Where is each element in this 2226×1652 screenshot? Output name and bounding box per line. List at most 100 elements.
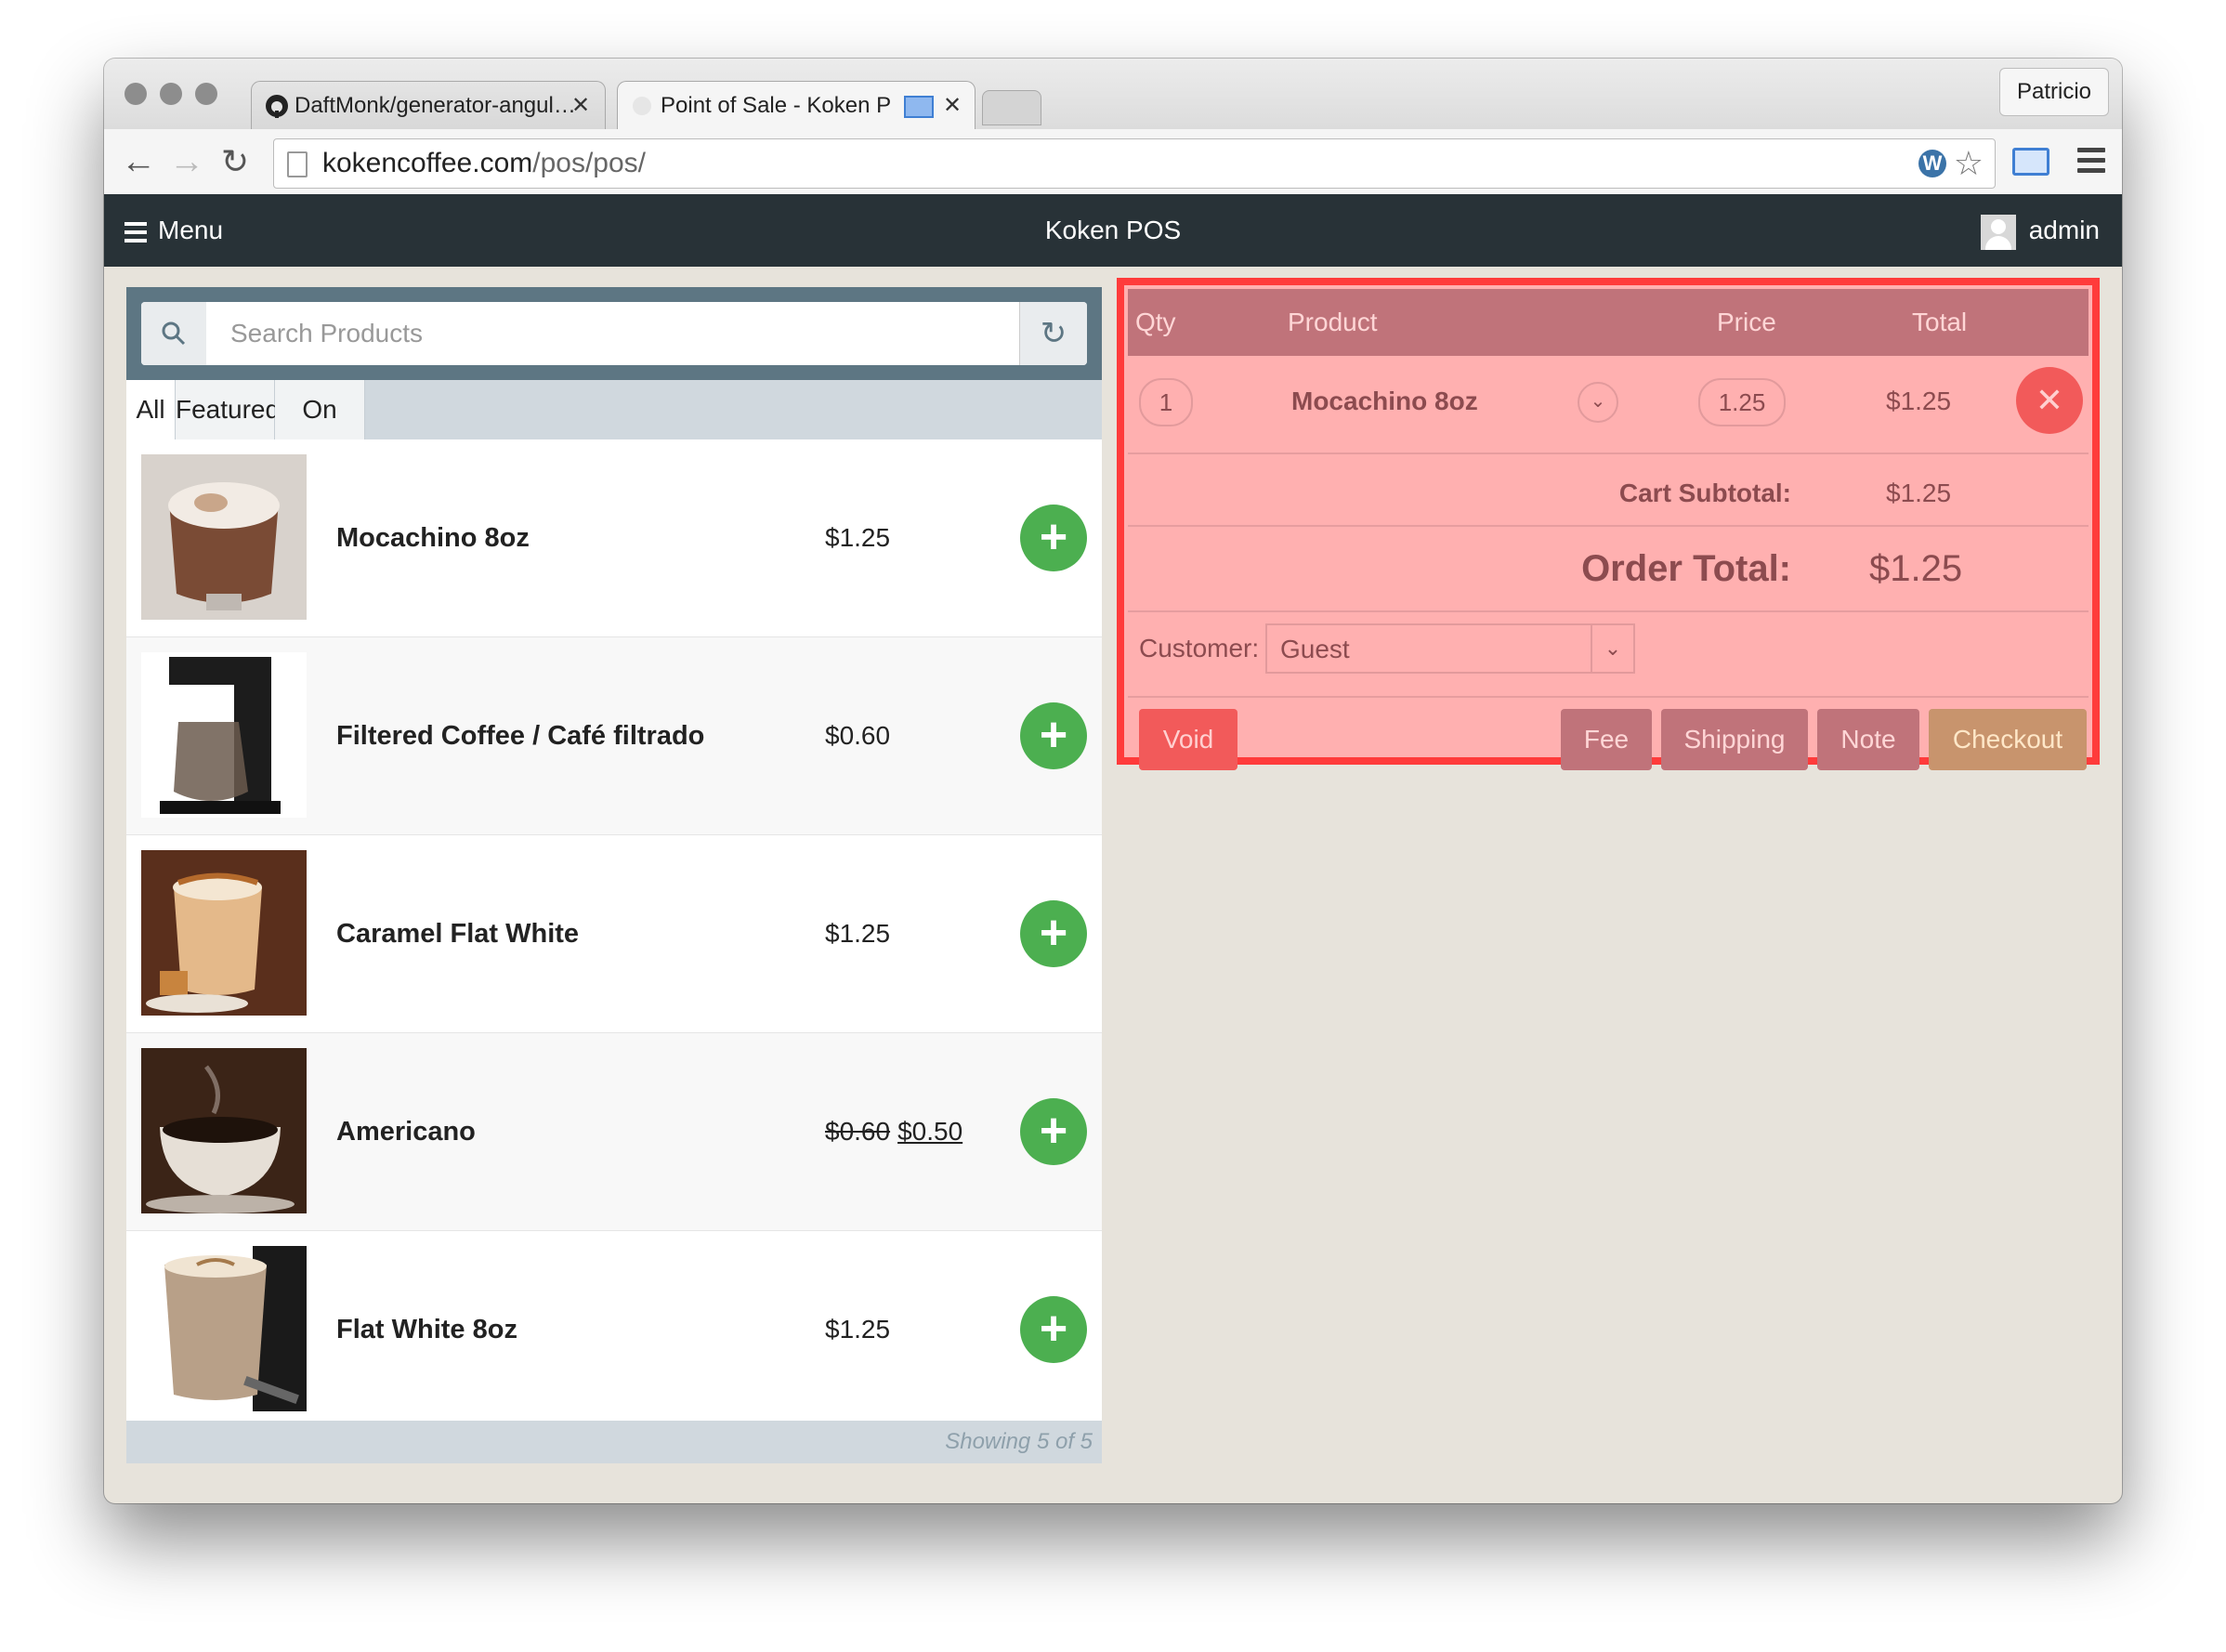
sale-price: $0.50 <box>897 1117 963 1146</box>
product-header: Product <box>1288 308 1378 336</box>
product-price: $1.25 <box>825 919 891 948</box>
search-bar: ↻ <box>126 287 1102 380</box>
koken-favicon-icon <box>633 97 651 115</box>
showing-count: Showing 5 of 5 <box>126 1421 1102 1463</box>
product-row[interactable]: Mocachino 8oz $1.25 + <box>126 439 1102 637</box>
bookmark-star-icon[interactable]: ☆ <box>1954 143 1984 184</box>
tab-close-icon[interactable]: ✕ <box>571 82 590 130</box>
price-header: Price <box>1717 308 1776 336</box>
address-bar[interactable]: kokencoffee.com/pos/pos/ W ☆ <box>273 138 1996 189</box>
avatar <box>1980 214 2016 250</box>
cart-item-total: $1.25 <box>1886 387 1952 415</box>
coffee-maker-thumbnail <box>141 652 307 818</box>
browser-toolbar: ← → ↻ kokencoffee.com/pos/pos/ W ☆ <box>104 129 2122 195</box>
customer-value: Guest <box>1280 635 1350 663</box>
tab-on-sale[interactable]: On Sale <box>275 380 365 483</box>
subtotal-value: $1.25 <box>1886 479 1952 507</box>
product-name: Americano <box>336 1117 476 1147</box>
page-icon <box>287 151 308 177</box>
search-icon <box>141 302 207 365</box>
add-to-cart-button[interactable]: + <box>1020 1296 1087 1363</box>
product-price: $1.25 <box>825 523 891 552</box>
url-path: /pos/pos/ <box>532 148 646 178</box>
product-list: Mocachino 8oz $1.25 + Filtered Coffee / … <box>126 439 1102 1429</box>
reload-icon[interactable]: ↻ <box>221 138 249 185</box>
tab-all[interactable]: All <box>126 380 176 439</box>
product-name: Filtered Coffee / Café filtrado <box>336 721 705 751</box>
customer-select[interactable]: Guest ⌄ <box>1265 623 1635 674</box>
product-panel: ↻ All Featured On Sale Mocachino 8oz $1.… <box>126 287 1102 1463</box>
add-to-cart-button[interactable]: + <box>1020 1098 1087 1165</box>
note-button[interactable]: Note <box>1817 709 1919 770</box>
add-to-cart-button[interactable]: + <box>1020 702 1087 769</box>
url-host: kokencoffee.com <box>322 148 533 178</box>
product-row[interactable]: Americano $0.60 $0.50 + <box>126 1033 1102 1231</box>
flat-white-thumbnail <box>141 1246 307 1411</box>
chrome-menu-icon[interactable] <box>2077 148 2105 178</box>
zoom-window-button[interactable] <box>195 83 217 105</box>
wordpress-extension-icon[interactable]: W <box>1918 150 1946 177</box>
caramel-flat-white-thumbnail <box>141 850 307 1016</box>
app-title: Koken POS <box>1044 216 1182 244</box>
product-name: Mocachino 8oz <box>336 523 530 553</box>
divider <box>1128 525 2089 527</box>
search-box: ↻ <box>141 302 1087 365</box>
minimize-window-button[interactable] <box>160 83 182 105</box>
tab-close-icon[interactable]: ✕ <box>943 82 962 130</box>
cart-item-name: Mocachino 8oz <box>1291 387 1478 415</box>
product-row[interactable]: Flat White 8oz $1.25 + <box>126 1231 1102 1429</box>
americano-thumbnail <box>141 1048 307 1213</box>
tab-title: Point of Sale - Koken P <box>661 93 892 118</box>
divider <box>1128 452 2089 454</box>
add-to-cart-button[interactable]: + <box>1020 900 1087 967</box>
divider <box>1128 696 2089 698</box>
forward-arrow-icon[interactable]: → <box>169 138 204 185</box>
subtotal-label: Cart Subtotal: <box>1618 479 1791 507</box>
product-row[interactable]: Filtered Coffee / Café filtrado $0.60 + <box>126 637 1102 835</box>
mocachino-thumbnail <box>141 454 307 620</box>
chevron-down-icon[interactable]: ⌄ <box>1578 382 1618 423</box>
qty-header: Qty <box>1135 308 1176 336</box>
cart-panel: Qty Product Price Total 1 Mocachino 8oz … <box>1117 278 2100 770</box>
chevron-down-icon: ⌄ <box>1591 625 1633 672</box>
cart-item-qty[interactable]: 1 <box>1139 378 1193 426</box>
search-input[interactable] <box>206 302 1020 365</box>
cart-header: Qty Product Price Total <box>1128 289 2089 356</box>
cart-item-price[interactable]: 1.25 <box>1698 378 1786 426</box>
profile-button[interactable]: Patricio <box>1998 68 2109 116</box>
user-menu[interactable]: admin <box>1980 194 2100 267</box>
product-price: $0.60 <box>825 721 891 750</box>
showing-text: Showing 5 of 5 <box>945 1429 1093 1454</box>
customer-label: Customer: <box>1139 634 1260 662</box>
tab-title: DaftMonk/generator-angul… <box>295 93 576 118</box>
browser-titlebar: DaftMonk/generator-angul… ✕ Point of Sal… <box>104 59 2122 130</box>
fee-button[interactable]: Fee <box>1561 709 1652 770</box>
refresh-icon[interactable]: ↻ <box>1019 302 1087 365</box>
new-tab-button[interactable] <box>982 90 1041 125</box>
checkout-button[interactable]: Checkout <box>1929 709 2087 770</box>
order-total-label: Order Total: <box>1581 548 1791 589</box>
original-price: $0.60 <box>825 1117 891 1146</box>
back-arrow-icon[interactable]: ← <box>121 138 156 185</box>
void-button[interactable]: Void <box>1139 709 1237 770</box>
close-window-button[interactable] <box>124 83 147 105</box>
order-total-value: $1.25 <box>1869 548 1963 589</box>
url-text: kokencoffee.com/pos/pos/ <box>322 139 646 188</box>
app-navbar: Menu Koken POS admin <box>104 194 2122 267</box>
total-header: Total <box>1912 308 1968 336</box>
browser-tab-github[interactable]: DaftMonk/generator-angul… ✕ <box>251 81 606 130</box>
remove-item-icon[interactable]: ✕ <box>2016 367 2083 434</box>
product-tabs: All Featured On Sale <box>126 380 1102 483</box>
tab-featured[interactable]: Featured <box>176 380 280 439</box>
shipping-button[interactable]: Shipping <box>1661 709 1808 770</box>
screen-share-icon <box>904 96 934 118</box>
product-price: $0.60 $0.50 <box>825 1033 962 1230</box>
product-row[interactable]: Caramel Flat White $1.25 + <box>126 835 1102 1033</box>
product-price: $1.25 <box>825 1315 891 1344</box>
add-to-cart-button[interactable]: + <box>1020 505 1087 571</box>
browser-tab-pos[interactable]: Point of Sale - Koken P ✕ <box>617 81 976 130</box>
divider <box>1128 610 2089 612</box>
browser-window: DaftMonk/generator-angul… ✕ Point of Sal… <box>104 59 2122 1503</box>
cast-icon[interactable] <box>2012 148 2049 176</box>
product-name: Flat White 8oz <box>336 1315 517 1344</box>
